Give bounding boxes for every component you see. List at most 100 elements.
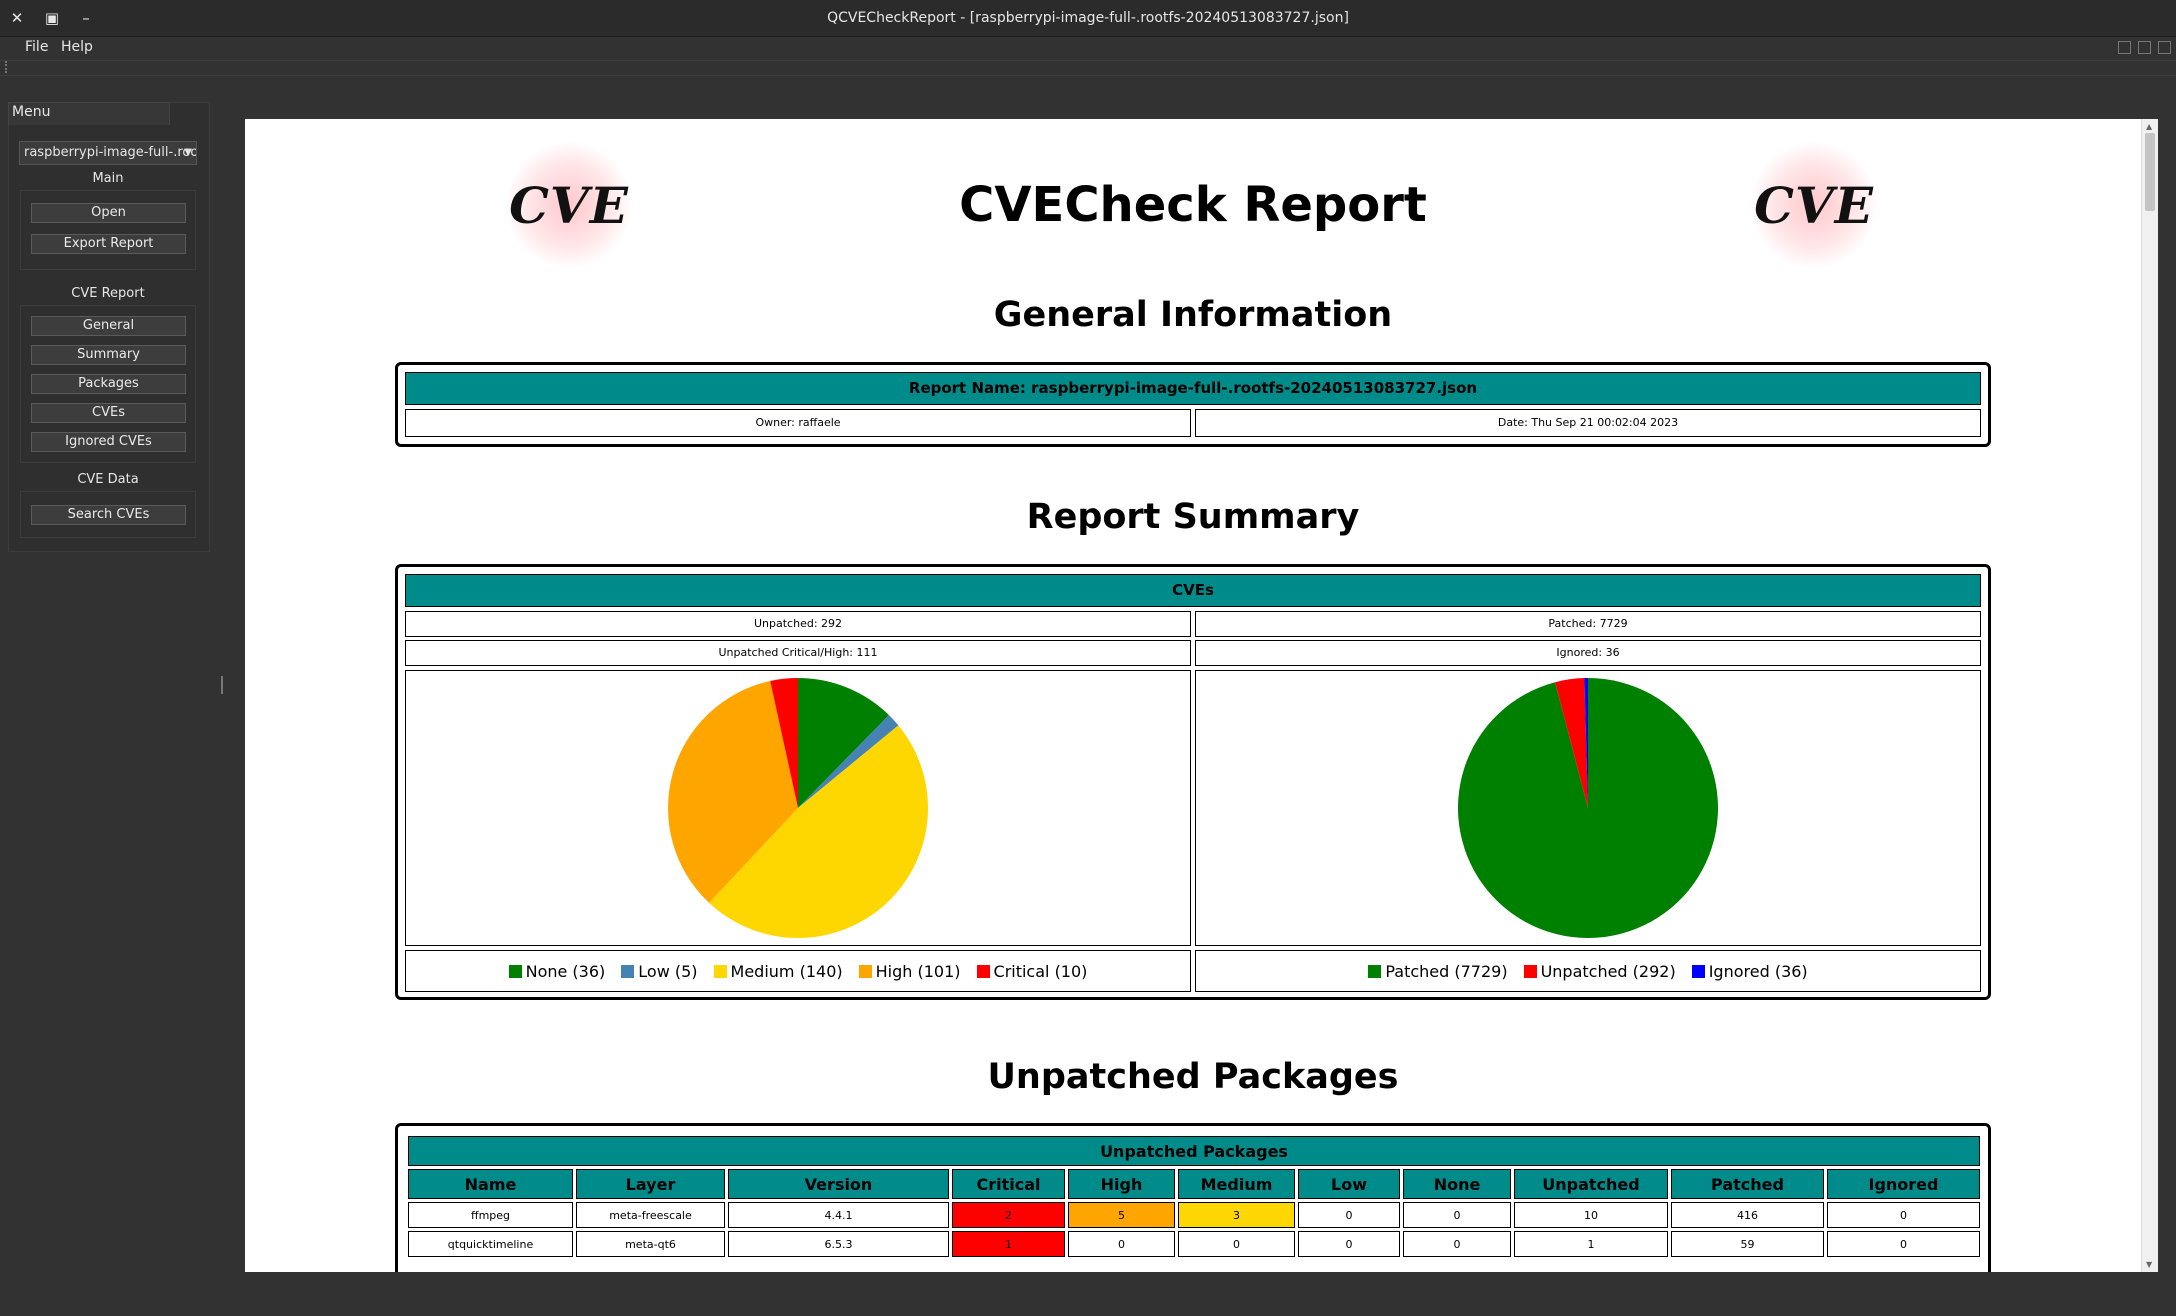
table-cell: 0 (1403, 1231, 1511, 1257)
table-cell: 0 (1403, 1202, 1511, 1228)
ignored-cves-button[interactable]: Ignored CVEs (31, 432, 186, 452)
table-cell: 0 (1298, 1202, 1400, 1228)
table-cell: meta-qt6 (576, 1231, 725, 1257)
unpatched-cell: Unpatched: 292 (405, 611, 1191, 637)
export-report-button[interactable]: Export Report (31, 234, 186, 254)
legend-item: Critical (10) (976, 961, 1088, 981)
table-cell: 10 (1514, 1202, 1668, 1228)
menu-bar: File Help (0, 37, 2176, 59)
toolbar-grip-icon[interactable] (5, 61, 11, 73)
unpatched-critical-high-cell: Unpatched Critical/High: 111 (405, 640, 1191, 666)
severity-pie-chart (668, 678, 929, 939)
chevron-down-icon: ▼ (184, 147, 192, 158)
mdi-minimize-icon[interactable] (2118, 41, 2131, 54)
column-header[interactable]: Version (728, 1169, 949, 1199)
column-header[interactable]: Medium (1178, 1169, 1295, 1199)
scrollbar-thumb[interactable] (2145, 133, 2155, 211)
legend-label: Medium (140) (730, 961, 843, 981)
mdi-restore-icon[interactable] (2138, 41, 2151, 54)
open-button[interactable]: Open (31, 203, 186, 223)
legend-item: High (101) (858, 961, 961, 981)
ignored-cell: Ignored: 36 (1195, 640, 1981, 666)
column-header[interactable]: None (1403, 1169, 1511, 1199)
table-cell: 1 (1514, 1231, 1668, 1257)
legend-item: None (36) (508, 962, 605, 981)
column-header[interactable]: Layer (576, 1169, 725, 1199)
table-cell: 0 (1178, 1231, 1295, 1257)
summary-heading: Report Summary (1026, 497, 1360, 537)
legend-label: Ignored (36) (1708, 961, 1808, 981)
table-cell: 0 (1827, 1202, 1980, 1228)
owner-cell: Owner: raffaele (405, 409, 1191, 437)
table-row: qtquicktimeline meta-qt6 6.5.3 1 0 0 0 0 1 59 0 (408, 1231, 1980, 1257)
summary-table: CVEs Unpatched: 292 Patched: 7729 Unpatc… (395, 564, 1991, 1000)
general-button[interactable]: General (31, 316, 186, 336)
legend-swatch (713, 964, 727, 978)
dock-tab-label: Menu (12, 104, 51, 120)
legend-item: Low (5) (621, 962, 698, 981)
report-title: CVECheck Report (959, 177, 1427, 233)
packages-button[interactable]: Packages (31, 374, 186, 394)
status-pie-chart (1458, 678, 1718, 938)
column-header[interactable]: Critical (952, 1169, 1065, 1199)
table-cell: 5 (1068, 1202, 1175, 1228)
legend-label: Unpatched (292) (1540, 961, 1676, 981)
search-cves-button[interactable]: Search CVEs (31, 505, 186, 525)
table-cell: 3 (1178, 1202, 1295, 1228)
toolbar (0, 60, 2176, 76)
legend-swatch (858, 964, 872, 978)
title-bar: ✕ ▣ – QCVECheckReport - [raspberrypi-ima… (0, 0, 2176, 37)
legend-label: High (101) (875, 961, 961, 981)
splitter-handle[interactable] (221, 676, 223, 694)
scroll-up-icon[interactable]: ▲ (2146, 122, 2152, 131)
vertical-scrollbar[interactable]: ▲ ▼ (2141, 119, 2158, 1272)
column-header[interactable]: Name (408, 1169, 573, 1199)
table-cell: 6.5.3 (728, 1231, 949, 1257)
legend-swatch (976, 964, 990, 978)
packages-table-title: Unpatched Packages (408, 1136, 1980, 1166)
column-header[interactable]: Unpatched (1514, 1169, 1668, 1199)
general-table: Report Name: raspberrypi-image-full-.roo… (395, 362, 1991, 447)
legend-label: Critical (10) (993, 961, 1088, 981)
table-row: ffmpeg meta-freescale 4.4.1 2 5 3 0 0 10 416 0 (408, 1202, 1980, 1228)
column-header[interactable]: High (1068, 1169, 1175, 1199)
column-header[interactable]: Patched (1671, 1169, 1824, 1199)
status-legend: Patched (7729) Unpatched (292) Ignored (36… (1195, 950, 1981, 992)
legend-item: Medium (140) (713, 961, 843, 981)
table-cell: 1 (952, 1231, 1065, 1257)
legend-swatch (621, 964, 635, 978)
table-cell: qtquicktimeline (408, 1231, 573, 1257)
table-cell: 4.4.1 (728, 1202, 949, 1228)
table-cell: 416 (1671, 1202, 1824, 1228)
severity-pie-cell (405, 670, 1191, 946)
legend-swatch (1523, 964, 1537, 978)
packages-heading: Unpatched Packages (987, 1057, 1399, 1097)
table-cell: 2 (952, 1202, 1065, 1228)
scroll-down-icon[interactable]: ▼ (2146, 1260, 2152, 1269)
table-cell: 0 (1827, 1231, 1980, 1257)
report-name: Report Name: raspberrypi-image-full-.roo… (405, 372, 1981, 405)
report-select-value: raspberrypi-image-full-.rootfs-202405130… (24, 145, 196, 160)
legend-swatch (1368, 964, 1382, 978)
menu-help[interactable]: Help (61, 39, 93, 55)
legend-swatch (508, 964, 522, 978)
group-main (20, 190, 196, 270)
column-header[interactable]: Ignored (1827, 1169, 1980, 1199)
cves-button[interactable]: CVEs (31, 403, 186, 423)
window-title: QCVECheckReport - [raspberrypi-image-ful… (827, 10, 1349, 26)
summary-button[interactable]: Summary (31, 345, 186, 365)
severity-legend: None (36) Low (5) Medium (140) High (101) Cr… (405, 950, 1191, 992)
report-view: CVE CVE CVECheck Report General Informat… (245, 119, 2141, 1272)
status-pie-cell (1195, 670, 1981, 946)
legend-item: Ignored (36) (1691, 961, 1808, 981)
report-select[interactable]: raspberrypi-image-full-.rootfs-202405130… (19, 141, 197, 165)
column-header[interactable]: Low (1298, 1169, 1400, 1199)
mdi-close-icon[interactable] (2158, 41, 2171, 54)
menu-file[interactable]: File (25, 39, 48, 55)
patched-cell: Patched: 7729 (1195, 611, 1981, 637)
cves-header: CVEs (405, 574, 1981, 607)
legend-swatch (1691, 964, 1705, 978)
packages-table: Unpatched Packages Name Layer Version Criti… (405, 1133, 1983, 1260)
table-cell: 0 (1298, 1231, 1400, 1257)
table-cell: ffmpeg (408, 1202, 573, 1228)
